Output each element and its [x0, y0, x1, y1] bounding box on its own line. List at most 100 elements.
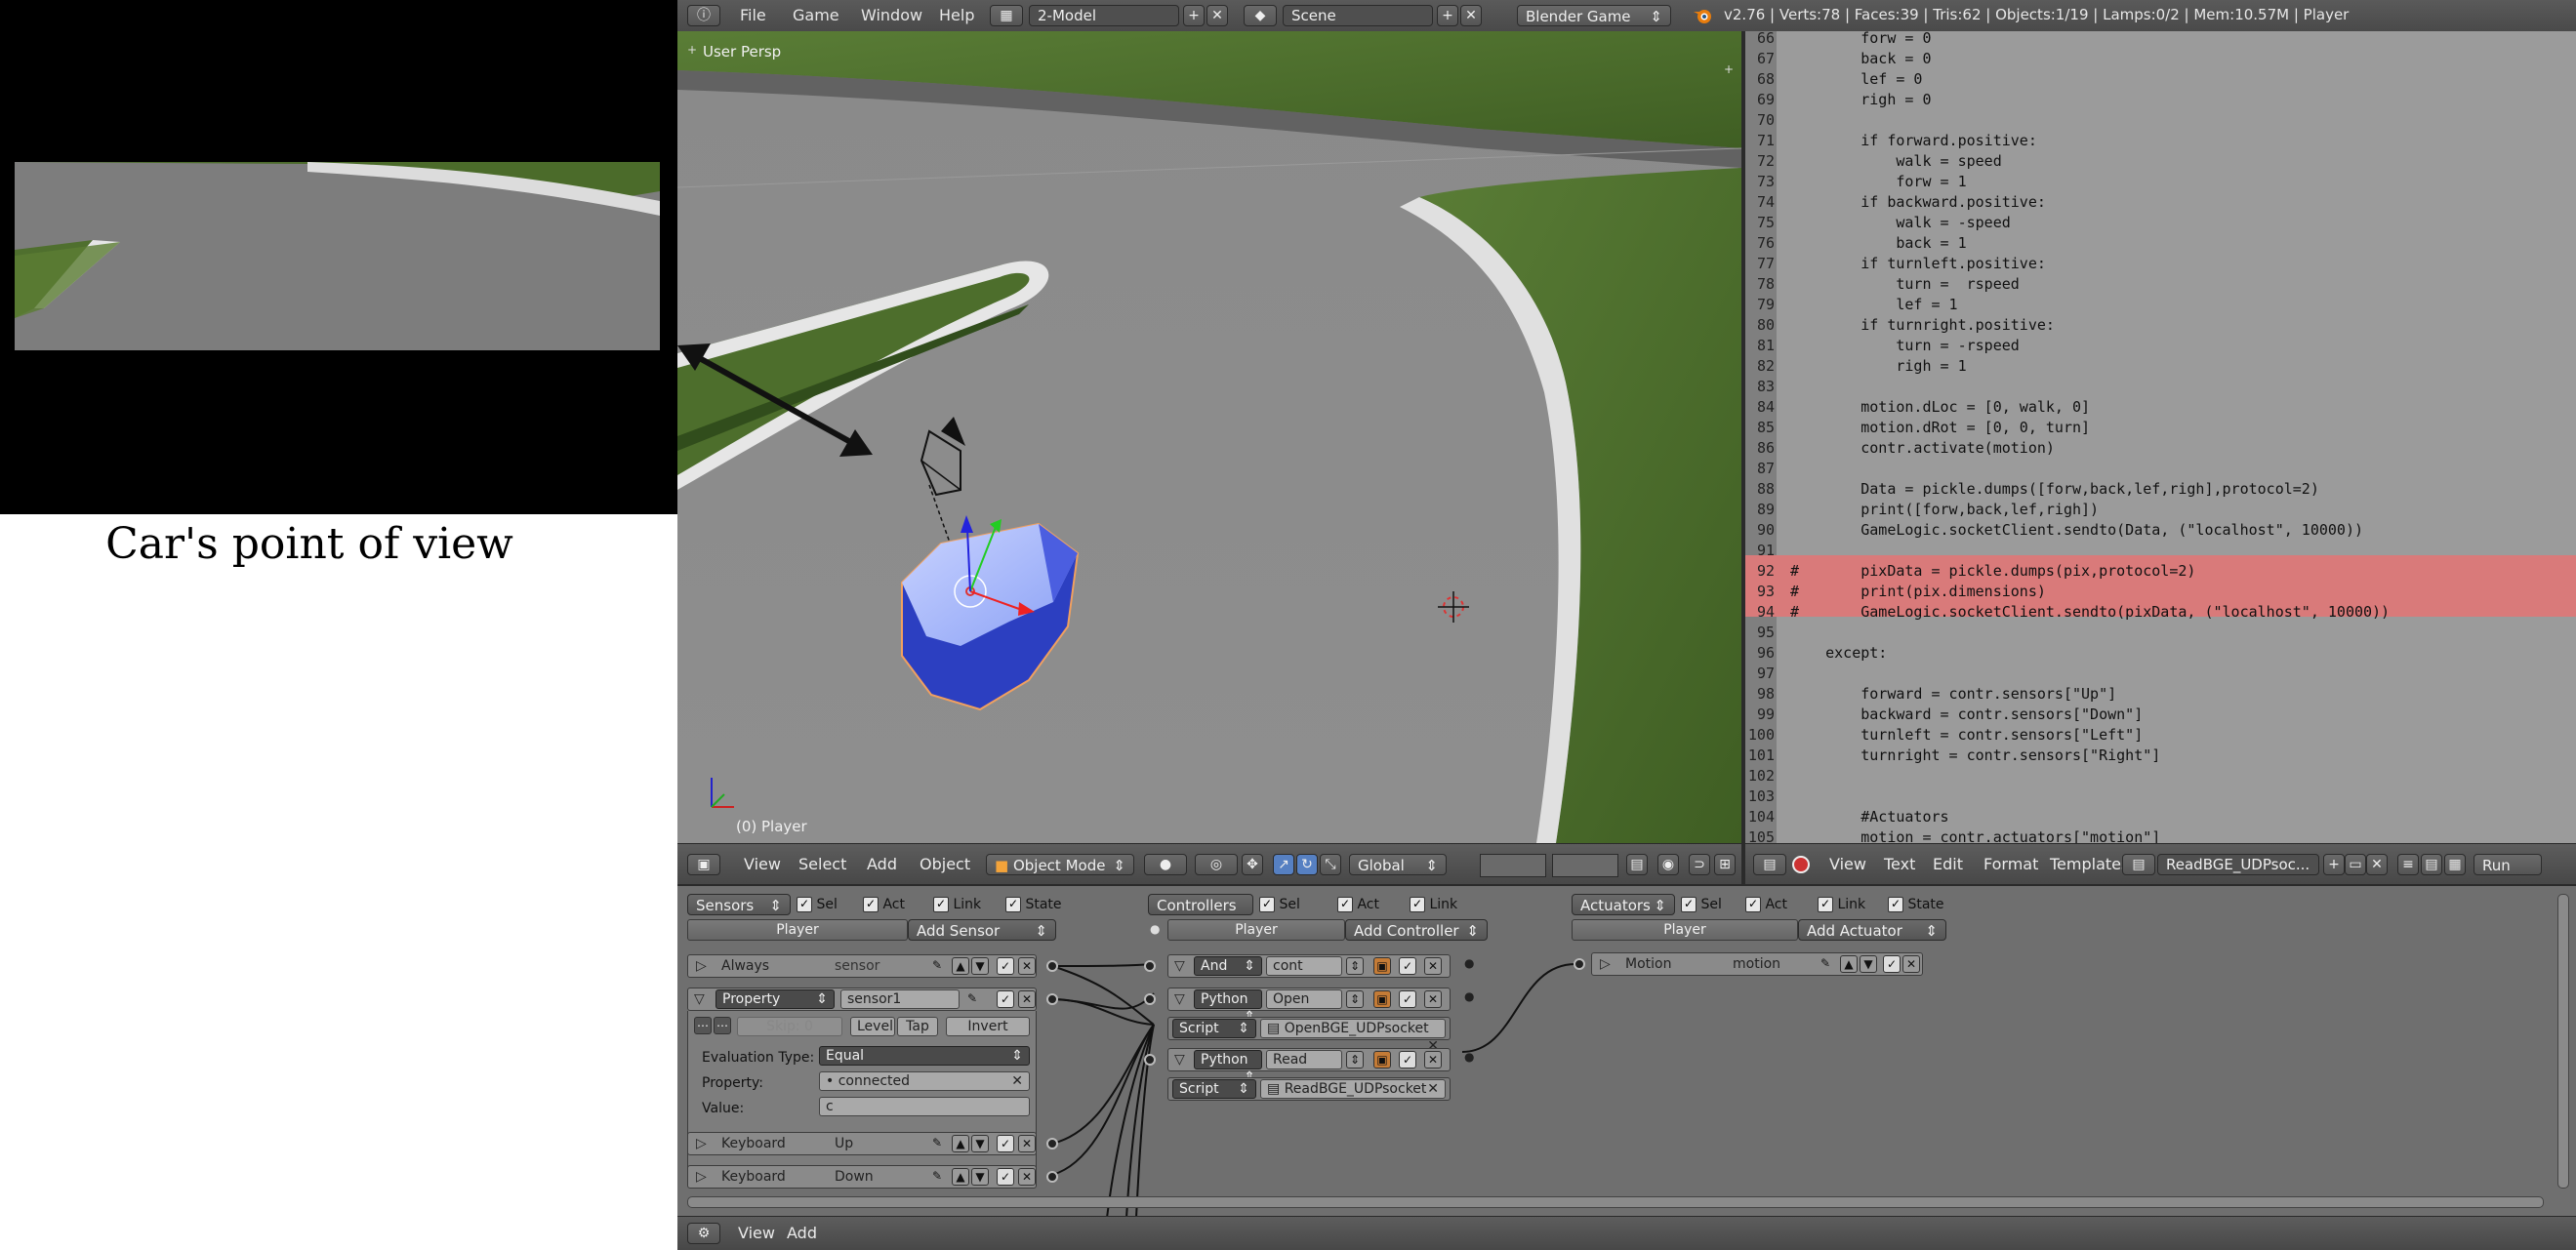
layout-add-button[interactable]: +: [1183, 5, 1205, 26]
text-open-button[interactable]: ▭: [2345, 854, 2366, 875]
menu-text[interactable]: Text: [1876, 854, 1923, 875]
sensors-link-option[interactable]: ✓ Link: [933, 897, 981, 912]
state-dot-icon[interactable]: ●: [1150, 922, 1160, 936]
active-checkbox-icon[interactable]: ✓: [997, 1135, 1014, 1152]
expand-triangle-icon[interactable]: ▷: [696, 1166, 707, 1188]
menu-format[interactable]: Format: [1976, 854, 2046, 875]
checkbox[interactable]: ✓: [797, 897, 812, 912]
actuators-state-option[interactable]: ✓ State: [1888, 897, 1944, 912]
pin-icon[interactable]: ✎: [928, 1135, 946, 1152]
controller-output-dot[interactable]: ●: [1464, 956, 1474, 970]
text-browse-button[interactable]: ▤: [2122, 854, 2155, 875]
expand-triangle-icon[interactable]: ▷: [696, 1133, 707, 1154]
remove-icon[interactable]: ✕: [1902, 955, 1920, 973]
controller-python-open-brick[interactable]: ▽ Python⇕ Open ⇕ ▣ ✓ ✕: [1167, 988, 1451, 1025]
render-preview-button[interactable]: ◉: [1657, 854, 1679, 875]
pin-icon[interactable]: ✎: [963, 990, 981, 1008]
actuator-motion-brick[interactable]: ▷ Motion motion ✎ ▲ ▼ ✓ ✕: [1591, 952, 1923, 976]
menu-view[interactable]: View: [1821, 854, 1874, 875]
menu-help[interactable]: Help: [931, 5, 982, 26]
controllers-act-option[interactable]: ✓ Act: [1337, 897, 1379, 912]
translate-toggle[interactable]: ↗: [1273, 854, 1294, 875]
pin-icon[interactable]: ✎: [928, 1168, 946, 1186]
logic-editor[interactable]: Sensors ⇕ ✓ Sel ✓ Act ✓ Link ✓ State Play…: [677, 884, 2576, 1218]
layers-grid-1[interactable]: [1480, 854, 1546, 877]
move-down-icon[interactable]: ▼: [971, 1135, 989, 1152]
invert-toggle[interactable]: Invert: [946, 1017, 1030, 1036]
collapse-triangle-icon[interactable]: ▽: [694, 988, 705, 1010]
checkbox[interactable]: ✓: [1818, 897, 1833, 912]
sensors-act-option[interactable]: ✓ Act: [863, 897, 905, 912]
scene-name-field[interactable]: Scene: [1283, 5, 1433, 26]
actuators-link-option[interactable]: ✓ Link: [1818, 897, 1865, 912]
pin-icon[interactable]: ✎: [928, 957, 946, 975]
sensor-link-dot[interactable]: [1046, 1138, 1058, 1149]
add-sensor-dropdown[interactable]: Add Sensor ⇕: [908, 919, 1056, 941]
sensor-always-brick[interactable]: ▷ Always sensor ✎ ▲ ▼ ✓ ✕: [687, 954, 1037, 978]
render-engine-dropdown[interactable]: Blender Game ⇕: [1517, 5, 1671, 26]
remove-icon[interactable]: ✕: [1424, 957, 1442, 975]
text-close-button[interactable]: ✕: [2366, 854, 2388, 875]
collapse-triangle-icon[interactable]: ▽: [1174, 988, 1185, 1010]
text-new-button[interactable]: +: [2323, 854, 2345, 875]
vertical-scrollbar[interactable]: [2557, 894, 2569, 1189]
bookmark-icon[interactable]: ▣: [1373, 990, 1391, 1008]
controller-type-dropdown[interactable]: Python⇕: [1194, 1050, 1262, 1085]
collapse-triangle-icon[interactable]: ▽: [1174, 955, 1185, 977]
controllers-link-option[interactable]: ✓ Link: [1410, 897, 1457, 912]
bookmark-icon[interactable]: ▣: [1373, 1051, 1391, 1069]
collapse-triangle-icon[interactable]: ▽: [1174, 1049, 1185, 1070]
skip-field[interactable]: Skip: 0: [737, 1017, 842, 1036]
remove-icon[interactable]: ✕: [1424, 1051, 1442, 1069]
script-mode-dropdown[interactable]: Script ⇕: [1172, 1079, 1256, 1099]
actuators-filter-dropdown[interactable]: Actuators ⇕: [1572, 894, 1675, 915]
orientation-dropdown[interactable]: Global ⇕: [1349, 854, 1447, 875]
editor-type-button[interactable]: ▤: [1753, 854, 1786, 875]
plus-icon[interactable]: +: [1724, 62, 1734, 76]
sensor-link-dot[interactable]: [1046, 1171, 1058, 1183]
horizontal-scrollbar[interactable]: [687, 1196, 2544, 1208]
controller-name-field[interactable]: Open: [1266, 989, 1342, 1009]
sensor-keyboard-down-brick[interactable]: ▷ Keyboard Down ✎ ▲ ▼ ✓ ✕: [687, 1165, 1037, 1189]
script-mode-dropdown[interactable]: Script ⇕: [1172, 1019, 1256, 1038]
move-up-icon[interactable]: ▲: [952, 957, 969, 975]
remove-icon[interactable]: ✕: [1018, 1168, 1036, 1186]
active-checkbox-icon[interactable]: ✓: [1399, 957, 1416, 975]
text-editor[interactable]: 66 forw = 0 67 back = 0 68 lef = 0 69 righ …: [1745, 31, 2576, 843]
manipulator-toggle[interactable]: ✥: [1242, 854, 1263, 875]
checkbox[interactable]: ✓: [1259, 897, 1275, 912]
pulse-false-icon[interactable]: ⋯: [714, 1017, 731, 1034]
scale-toggle[interactable]: ⤡: [1320, 854, 1341, 875]
active-checkbox-icon[interactable]: ✓: [997, 1168, 1014, 1186]
controllers-filter-dropdown[interactable]: Controllers⇕: [1148, 894, 1253, 936]
level-toggle[interactable]: Level: [850, 1017, 895, 1036]
checkbox[interactable]: ✓: [1681, 897, 1697, 912]
controller-input-dot[interactable]: [1144, 960, 1156, 972]
tap-toggle[interactable]: Tap: [897, 1017, 938, 1036]
move-up-icon[interactable]: ▲: [952, 1168, 969, 1186]
sensor-type-dropdown[interactable]: Property ⇕: [716, 989, 835, 1009]
shading-dropdown[interactable]: ●: [1144, 854, 1187, 875]
evaluation-type-dropdown[interactable]: Equal ⇕: [819, 1046, 1030, 1066]
layout-remove-button[interactable]: ✕: [1206, 5, 1228, 26]
pulse-true-icon[interactable]: ⋯: [694, 1017, 712, 1034]
snap-target-button[interactable]: ⊞: [1714, 854, 1736, 875]
actuators-sel-option[interactable]: ✓ Sel: [1681, 897, 1722, 912]
sensor-name-field[interactable]: sensor1: [840, 989, 960, 1009]
scene-add-button[interactable]: +: [1437, 5, 1458, 26]
layout-name-field[interactable]: 2-Model: [1029, 5, 1179, 26]
move-down-icon[interactable]: ▼: [971, 957, 989, 975]
remove-icon[interactable]: ✕: [1018, 1135, 1036, 1152]
controller-type-dropdown[interactable]: And ⇕: [1194, 956, 1262, 976]
menu-game[interactable]: Game: [785, 5, 847, 26]
controller-name-field[interactable]: cont: [1266, 956, 1342, 976]
menu-file[interactable]: File: [732, 5, 774, 26]
bookmark-icon[interactable]: ▣: [1373, 957, 1391, 975]
expand-triangle-icon[interactable]: ▷: [696, 955, 707, 977]
controller-input-dot[interactable]: [1144, 993, 1156, 1005]
remove-icon[interactable]: ✕: [1018, 957, 1036, 975]
move-down-icon[interactable]: ▼: [971, 1168, 989, 1186]
property-field[interactable]: • connected ✕: [819, 1071, 1030, 1091]
layer-lock-button[interactable]: ▤: [1626, 854, 1648, 875]
menu-add[interactable]: Add: [859, 854, 905, 875]
